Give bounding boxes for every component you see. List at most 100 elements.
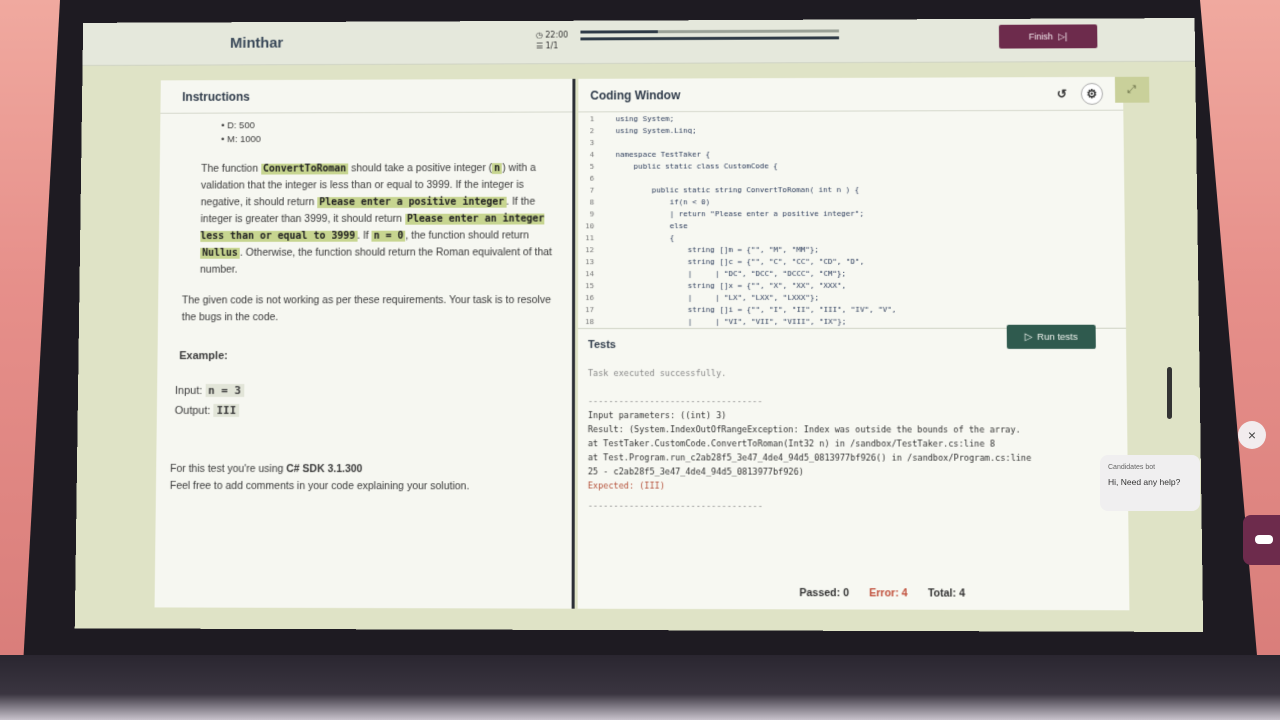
- test-stats: Passed: 0 Error: 4 Total: 4: [799, 587, 965, 600]
- line-number: 10: [585, 220, 595, 230]
- example-output: III: [213, 403, 240, 417]
- code-line[interactable]: 12 string []m = {"", "M", "MM"};: [578, 242, 1125, 255]
- code-text[interactable]: string []i = {"", "I", "II", "III", "IV"…: [602, 304, 896, 313]
- line-number: 4: [589, 149, 595, 159]
- line-number: 5: [589, 161, 595, 171]
- code-text[interactable]: using System;: [602, 114, 674, 123]
- finish-button[interactable]: Finish ▷|: [998, 24, 1098, 49]
- chat-launcher-button[interactable]: [1243, 515, 1280, 565]
- function-name: ConvertToRoman: [260, 163, 349, 175]
- result-line: at TestTaker.CustomCode.ConvertToRoman(I…: [587, 439, 995, 450]
- requirements-paragraph: The function ConvertToRoman should take …: [199, 162, 552, 276]
- total-count: Total: 4: [927, 587, 966, 600]
- line-number: 14: [585, 268, 595, 278]
- line-number: 11: [585, 232, 595, 242]
- code-text[interactable]: using System.Linq;: [602, 125, 697, 134]
- coding-title: Coding Window ↺ ⚙: [578, 76, 1124, 113]
- code-text[interactable]: string []c = {"", "C", "CC", "CD", "D",: [602, 256, 864, 265]
- code-text[interactable]: else: [602, 221, 688, 230]
- question-progress: [580, 36, 840, 41]
- code-text[interactable]: if(n < 0): [602, 197, 711, 206]
- code-text[interactable]: | | "VI", "VII", "VIII", "IX"};: [602, 316, 847, 325]
- sdk-note: For this test you're using C# SDK 3.1.30…: [169, 462, 470, 493]
- example-title: Example:: [179, 350, 228, 363]
- brand-logo: Minthar: [229, 34, 284, 52]
- line-number: 13: [585, 256, 595, 266]
- code-text[interactable]: namespace TestTaker {: [602, 149, 711, 158]
- chatbot-message: Hi, Need any help?: [1108, 477, 1181, 487]
- code-text[interactable]: string []m = {"", "M", "MM"};: [602, 244, 819, 253]
- run-tests-button[interactable]: ▷ Run tests: [1006, 324, 1096, 349]
- code-line[interactable]: 11 {: [578, 230, 1125, 243]
- play-icon: ▷: [1024, 331, 1033, 343]
- line-number: 6: [589, 173, 595, 183]
- code-editor[interactable]: 1 using System; 2 using System.Linq; 3 4 na…: [578, 110, 1126, 330]
- settings-icon[interactable]: ⚙: [1080, 82, 1104, 105]
- line-number: 17: [585, 304, 595, 314]
- success-message: Task executed successfully.: [587, 369, 727, 380]
- code-text[interactable]: | | "LX", "LXX", "LXXX"};: [602, 292, 819, 301]
- passed-count: Passed: 0: [799, 587, 850, 600]
- chatbot-name: Candidates bot: [1108, 464, 1156, 471]
- code-line[interactable]: 10 else: [578, 218, 1125, 231]
- list-item: • D: 500: [221, 120, 255, 132]
- task-paragraph: The given code is not working as per the…: [181, 294, 551, 324]
- example-io: Input: n = 3 Output: III: [171, 381, 558, 421]
- code-line[interactable]: 15 string []x = {"", "X", "XX", "XXX",: [578, 279, 1125, 292]
- code-text[interactable]: string []x = {"", "X", "XX", "XXX",: [602, 280, 846, 289]
- list-icon: ☰: [535, 41, 543, 51]
- instructions-panel: Instructions • D: 500 • M: 1000 The func…: [154, 78, 576, 609]
- coding-panel: Coding Window ↺ ⚙ 1 using System; 2 using…: [577, 76, 1130, 611]
- input-params: Input parameters: ((int) 3): [587, 411, 727, 422]
- line-number: 7: [589, 185, 595, 195]
- list-item: • M: 1000: [221, 134, 261, 146]
- result-line: at Test.Program.run_c2ab28f5_3e47_4de4_9…: [587, 453, 1032, 464]
- expected-value: Expected: (III): [587, 481, 665, 492]
- code-line[interactable]: 13 string []c = {"", "C", "CC", "CD", "D…: [578, 254, 1125, 267]
- code-text[interactable]: public static string ConvertToRoman( int…: [602, 185, 860, 195]
- line-number: 3: [589, 137, 595, 147]
- timer-value: 22:00: [545, 30, 569, 40]
- tests-title: Tests: [588, 339, 616, 352]
- app-window: Minthar ◷ 22:00 ☰ 1/1 Finish ▷| Instruct…: [74, 18, 1204, 632]
- instructions-body[interactable]: • D: 500 • M: 1000 The function ConvertT…: [156, 112, 573, 495]
- code-text[interactable]: | return "Please enter a positive intege…: [602, 208, 864, 217]
- test-output: Task executed successfully. ------------…: [588, 367, 1114, 570]
- reset-icon[interactable]: ↺: [1051, 83, 1073, 105]
- code-line[interactable]: 9 | return "Please enter a positive inte…: [578, 206, 1124, 219]
- progress-bars: [580, 29, 840, 44]
- instructions-title: Instructions: [160, 78, 573, 114]
- laptop-keyboard-edge: [0, 655, 1280, 720]
- separator: ----------------------------------: [587, 397, 763, 408]
- example-input: n = 3: [205, 383, 245, 397]
- code-line[interactable]: 16 | | "LX", "LXX", "LXXX"};: [578, 291, 1126, 304]
- line-number: 12: [585, 244, 595, 254]
- run-tests-label: Run tests: [1037, 331, 1078, 343]
- question-count: 1/1: [545, 41, 559, 51]
- top-bar: Minthar ◷ 22:00 ☰ 1/1 Finish ▷|: [82, 18, 1196, 66]
- expand-icon[interactable]: ⤢: [1114, 76, 1150, 103]
- line-number: 1: [589, 113, 595, 123]
- line-number: 16: [585, 292, 595, 302]
- main-content: Instructions • D: 500 • M: 1000 The func…: [74, 61, 1204, 632]
- code-text[interactable]: {: [602, 233, 675, 242]
- code-text[interactable]: | | "DC", "DCC", "DCCC", "CM"};: [602, 268, 846, 277]
- code-text[interactable]: public static class CustomCode {: [602, 161, 778, 170]
- line-number: 8: [589, 197, 595, 207]
- result-line: Result: (System.IndexOutOfRangeException…: [587, 425, 1021, 436]
- clock-icon: ◷: [535, 30, 543, 40]
- code-line[interactable]: 14 | | "DC", "DCC", "DCCC", "CM"};: [578, 266, 1125, 279]
- timer: ◷ 22:00 ☰ 1/1: [536, 30, 568, 52]
- line-number: 9: [589, 208, 595, 218]
- separator: ----------------------------------: [587, 501, 763, 512]
- chatbot-bubble[interactable]: Candidates bot Hi, Need any help?: [1100, 455, 1200, 511]
- code-line[interactable]: 8 if(n < 0): [578, 194, 1124, 207]
- line-number: 18: [585, 316, 595, 326]
- code-line[interactable]: 17 string []i = {"", "I", "II", "III", "…: [578, 303, 1126, 315]
- time-progress: [580, 29, 840, 34]
- error-count: Error: 4: [869, 587, 908, 600]
- close-icon[interactable]: ×: [1238, 421, 1266, 449]
- result-line: 25 - c2ab28f5_3e47_4de4_94d5_0813977bf92…: [587, 467, 804, 478]
- scrollbar[interactable]: [1167, 367, 1172, 419]
- finish-label: Finish: [1028, 31, 1054, 42]
